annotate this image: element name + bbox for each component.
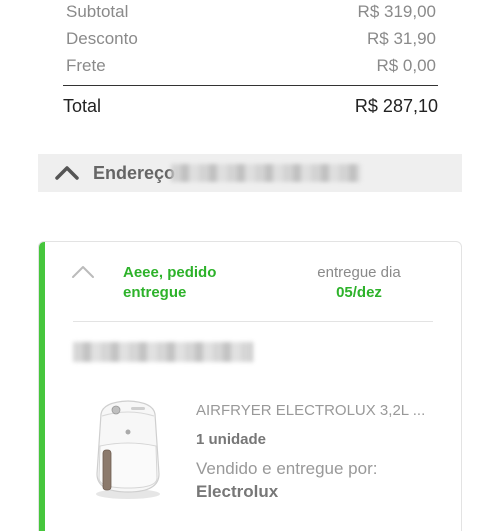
total-value: R$ 287,10 — [354, 96, 438, 116]
product-quantity: 1 unidade — [196, 431, 267, 448]
status-line-1: Aeee, pedido — [123, 264, 217, 281]
airfryer-product-image — [96, 400, 160, 499]
redacted-address — [171, 164, 361, 182]
subtotal-label: Subtotal — [66, 2, 129, 21]
seller-label: Vendido e entregue por: — [196, 459, 378, 478]
order-status: Aeee, pedido entregue — [123, 263, 253, 303]
discount-row: Desconto R$ 31,90 — [66, 29, 436, 51]
delivery-date: 05/dez — [336, 284, 382, 301]
card-divider — [73, 321, 433, 322]
status-line-2: entregue — [123, 284, 187, 301]
delivery-label: entregue dia — [317, 264, 401, 281]
subtotal-row: Subtotal R$ 319,00 — [66, 2, 436, 24]
shipping-row: Frete R$ 0,00 — [66, 56, 436, 78]
subtotal-value: R$ 319,00 — [357, 2, 436, 21]
seller-name: Electrolux — [196, 482, 279, 501]
discount-label: Desconto — [66, 29, 138, 48]
total-label: Total — [63, 96, 102, 116]
product-name[interactable]: AIRFRYER ELECTROLUX 3,2L ... — [196, 402, 436, 419]
address-label: Endereço — [93, 163, 176, 183]
chevron-up-icon[interactable] — [71, 264, 95, 280]
redacted-order-number — [73, 342, 253, 362]
address-toggle[interactable]: Endereço — [38, 154, 462, 192]
status-accent-bar — [39, 242, 45, 531]
discount-value: R$ 31,90 — [367, 29, 436, 48]
chevron-up-icon — [55, 166, 79, 180]
delivery-info: entregue dia 05/dez — [294, 263, 424, 303]
shipping-value: R$ 0,00 — [376, 56, 436, 75]
shipping-label: Frete — [66, 56, 106, 75]
summary-divider — [63, 85, 438, 86]
order-card: Aeee, pedido entregue entregue dia 05/de… — [38, 241, 462, 531]
